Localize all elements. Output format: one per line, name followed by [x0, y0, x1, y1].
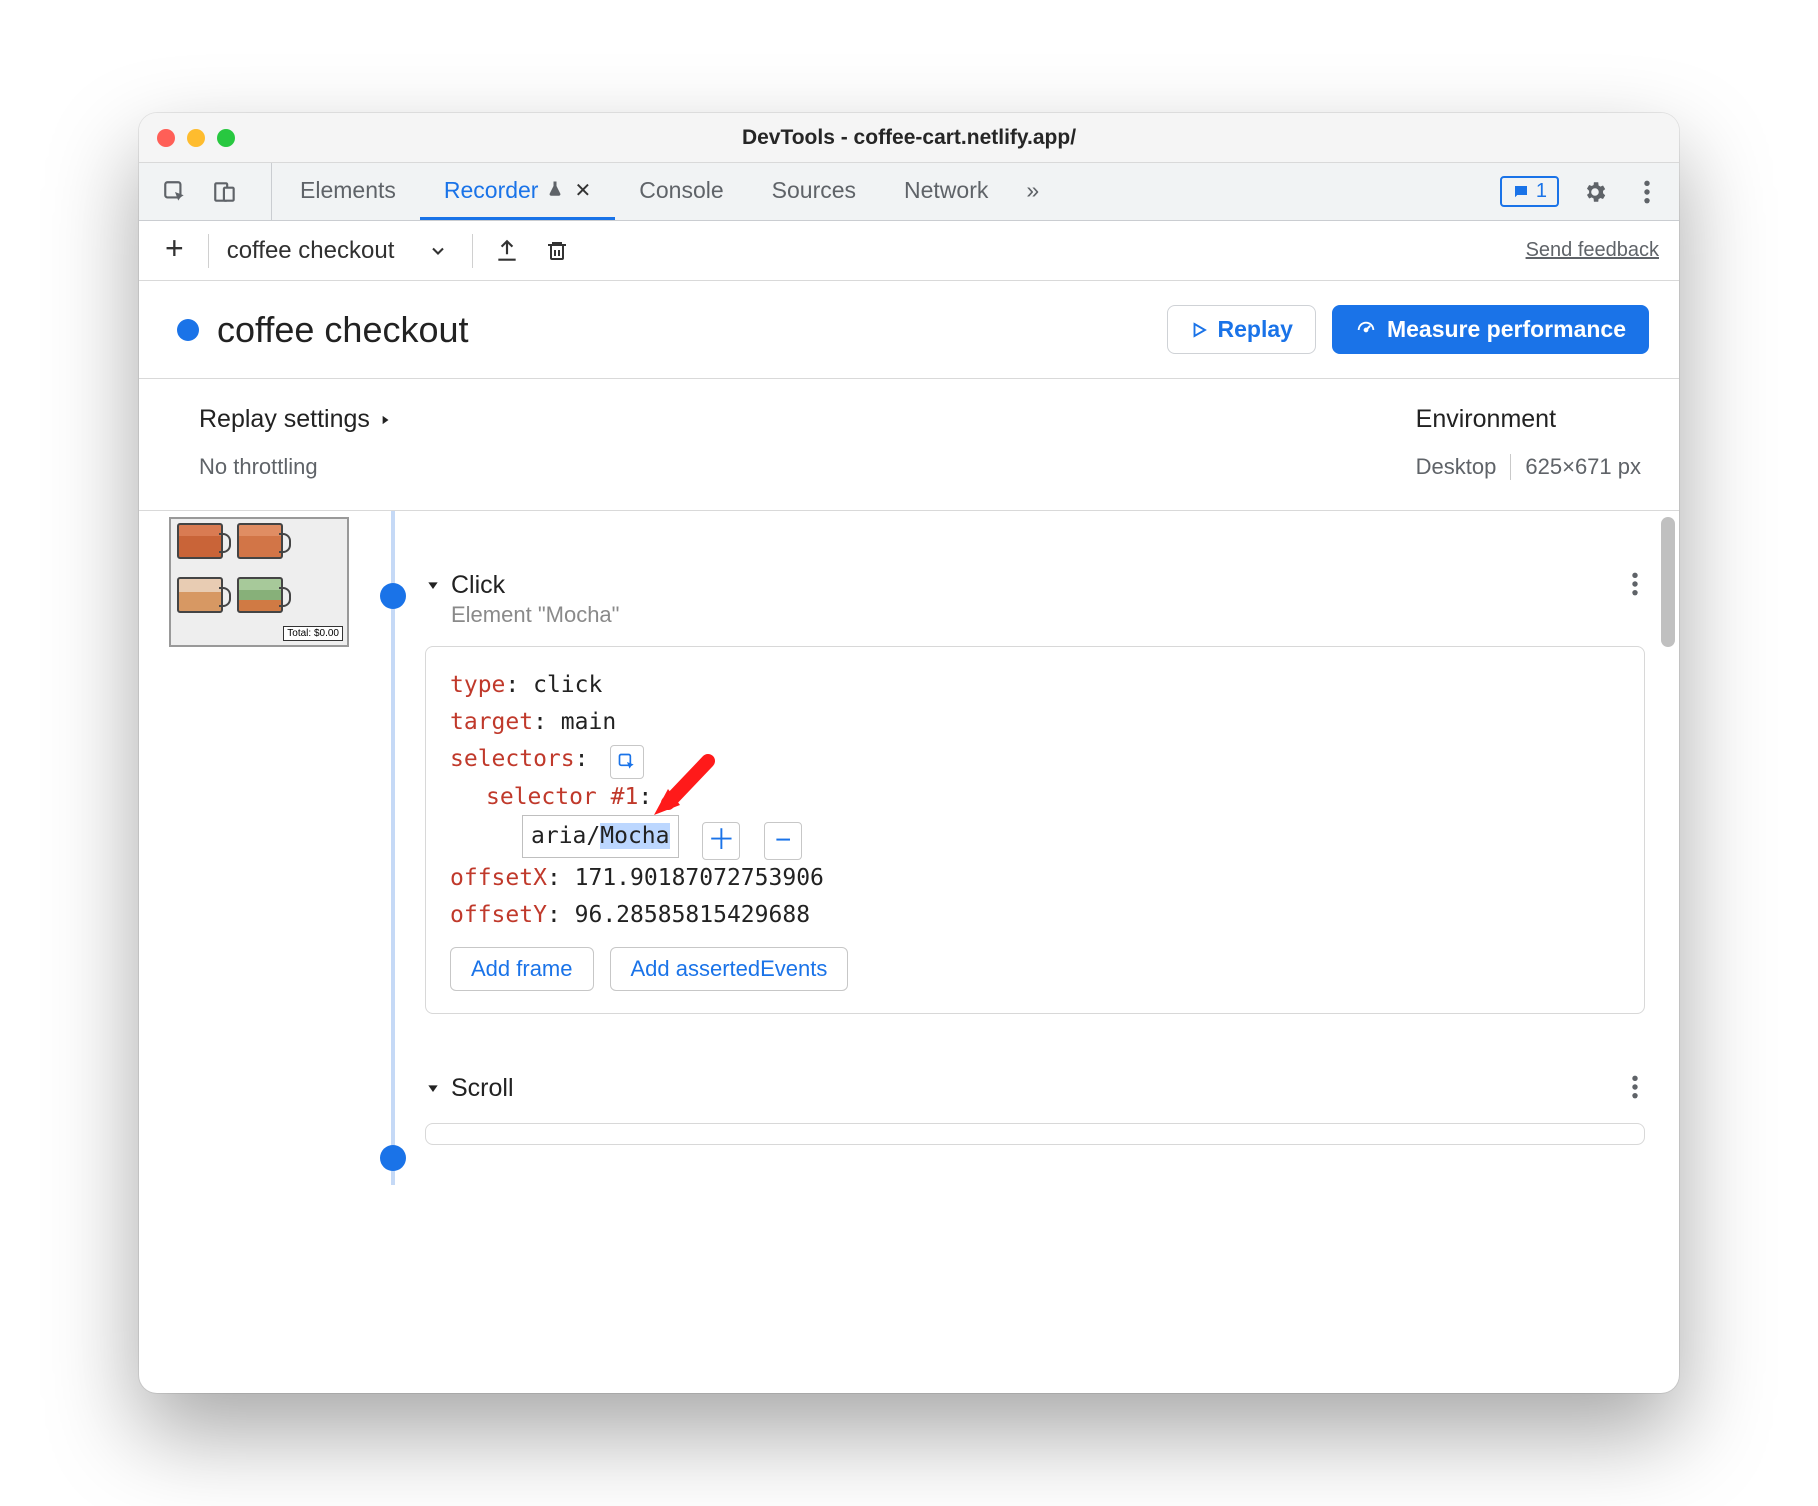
selector-picker-icon[interactable]: [610, 745, 644, 779]
timeline-step-marker: [380, 1145, 406, 1171]
tab-label: Recorder: [444, 177, 539, 204]
step-thumbnail: Total: $0.00: [169, 517, 349, 647]
tabs-overflow-button[interactable]: »: [1012, 163, 1053, 220]
tab-label: Network: [904, 177, 988, 204]
prop-key: selectors: [450, 746, 575, 772]
prop-key: offsetY: [450, 902, 547, 928]
measure-performance-button[interactable]: Measure performance: [1332, 305, 1649, 354]
steps-panel: Total: $0.00: [139, 511, 1679, 1393]
prop-key: type: [450, 672, 505, 698]
replay-label: Replay: [1218, 316, 1293, 343]
timeline: [369, 511, 425, 1185]
environment-heading: Environment: [1416, 405, 1641, 434]
measure-label: Measure performance: [1387, 316, 1626, 343]
inspect-element-icon[interactable]: [159, 176, 191, 208]
step-scroll: Scroll: [425, 1074, 1645, 1145]
remove-selector-button[interactable]: −: [764, 822, 802, 860]
prop-value: main: [561, 709, 616, 735]
recording-title: coffee checkout: [217, 309, 1167, 351]
environment-viewport: 625×671 px: [1525, 454, 1641, 480]
settings-gear-icon[interactable]: [1579, 176, 1611, 208]
flask-icon: [546, 177, 564, 204]
recorder-toolbar: + coffee checkout Send feedback: [139, 221, 1679, 281]
replay-button[interactable]: Replay: [1167, 305, 1316, 354]
selector-input[interactable]: aria/Mocha: [522, 815, 679, 858]
issues-badge[interactable]: 1: [1500, 176, 1559, 207]
step-menu-icon[interactable]: [1625, 1074, 1645, 1105]
prop-value: click: [533, 672, 602, 698]
step-subtitle: Element "Mocha": [451, 602, 619, 628]
prop-value: 171.90187072753906: [575, 865, 824, 891]
close-tab-icon[interactable]: ✕: [572, 178, 591, 203]
prop-value: 96.28585815429688: [575, 902, 810, 928]
tab-label: Console: [639, 177, 723, 204]
expand-step-icon[interactable]: [425, 577, 441, 598]
tab-sources[interactable]: Sources: [748, 163, 880, 220]
tab-elements[interactable]: Elements: [276, 163, 420, 220]
devtools-tabstrip: Elements Recorder ✕ Console Sources Netw…: [139, 163, 1679, 221]
step-details-card: type: click target: main selectors: sele…: [425, 646, 1645, 1014]
devtools-window: DevTools - coffee-cart.netlify.app/ Elem…: [139, 113, 1679, 1393]
add-asserted-events-button[interactable]: Add assertedEvents: [610, 947, 849, 991]
step-menu-icon[interactable]: [1625, 571, 1645, 602]
titlebar: DevTools - coffee-cart.netlify.app/: [139, 113, 1679, 163]
thumbnail-total-badge: Total: $0.00: [283, 626, 343, 641]
send-feedback-link[interactable]: Send feedback: [1526, 239, 1659, 262]
step-title: Scroll: [451, 1074, 514, 1103]
prop-key: target: [450, 709, 533, 735]
recording-header: coffee checkout Replay Measure performan…: [139, 281, 1679, 379]
new-recording-button[interactable]: +: [159, 230, 190, 271]
selector-label: selector #1: [486, 784, 638, 810]
issues-count: 1: [1536, 180, 1547, 203]
tab-label: Elements: [300, 177, 396, 204]
environment-device: Desktop: [1416, 454, 1497, 480]
tab-label: Sources: [772, 177, 856, 204]
window-title: DevTools - coffee-cart.netlify.app/: [139, 126, 1679, 150]
add-frame-button[interactable]: Add frame: [450, 947, 594, 991]
device-toolbar-icon[interactable]: [209, 176, 241, 208]
throttling-value: No throttling: [199, 454, 392, 480]
expand-step-icon[interactable]: [425, 1080, 441, 1101]
timeline-step-marker: [380, 583, 406, 609]
recording-dropdown-icon[interactable]: [422, 235, 454, 267]
tab-console[interactable]: Console: [615, 163, 747, 220]
tab-network[interactable]: Network: [880, 163, 1012, 220]
vertical-scrollbar[interactable]: [1661, 517, 1675, 647]
recording-name: coffee checkout: [227, 237, 395, 265]
tab-recorder[interactable]: Recorder ✕: [420, 163, 615, 220]
step-title: Click: [451, 571, 619, 600]
prop-key: offsetX: [450, 865, 547, 891]
replay-settings-heading[interactable]: Replay settings: [199, 405, 392, 434]
step-details-card: [425, 1123, 1645, 1145]
overflow-glyph: »: [1026, 177, 1039, 204]
replay-settings-row: Replay settings No throttling Environmen…: [139, 379, 1679, 511]
export-icon[interactable]: [491, 235, 523, 267]
kebab-menu-icon[interactable]: [1631, 176, 1663, 208]
recording-indicator-dot: [177, 319, 199, 341]
step-click: Click Element "Mocha" type: click target…: [425, 571, 1645, 1014]
add-selector-button[interactable]: ＋: [702, 822, 740, 860]
delete-icon[interactable]: [541, 235, 573, 267]
